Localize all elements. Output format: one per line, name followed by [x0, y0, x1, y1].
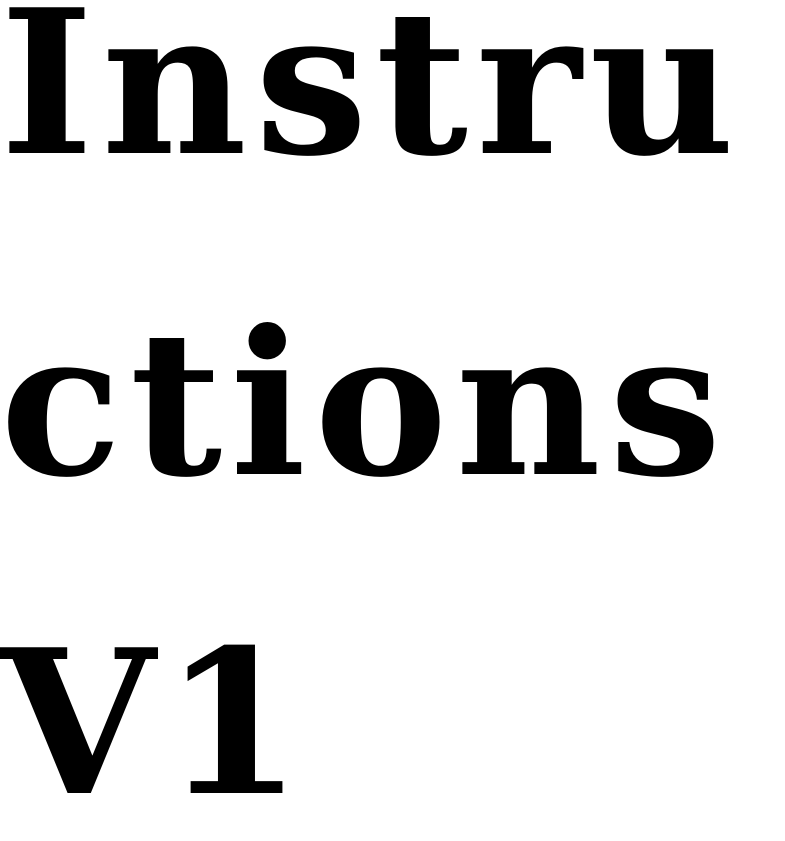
title-line-3: V1 [0, 606, 311, 841]
title-line-1: Instru [0, 0, 743, 201]
page-title: Instru ctions V1 [0, 0, 785, 841]
title-line-2: ctions [0, 287, 730, 522]
